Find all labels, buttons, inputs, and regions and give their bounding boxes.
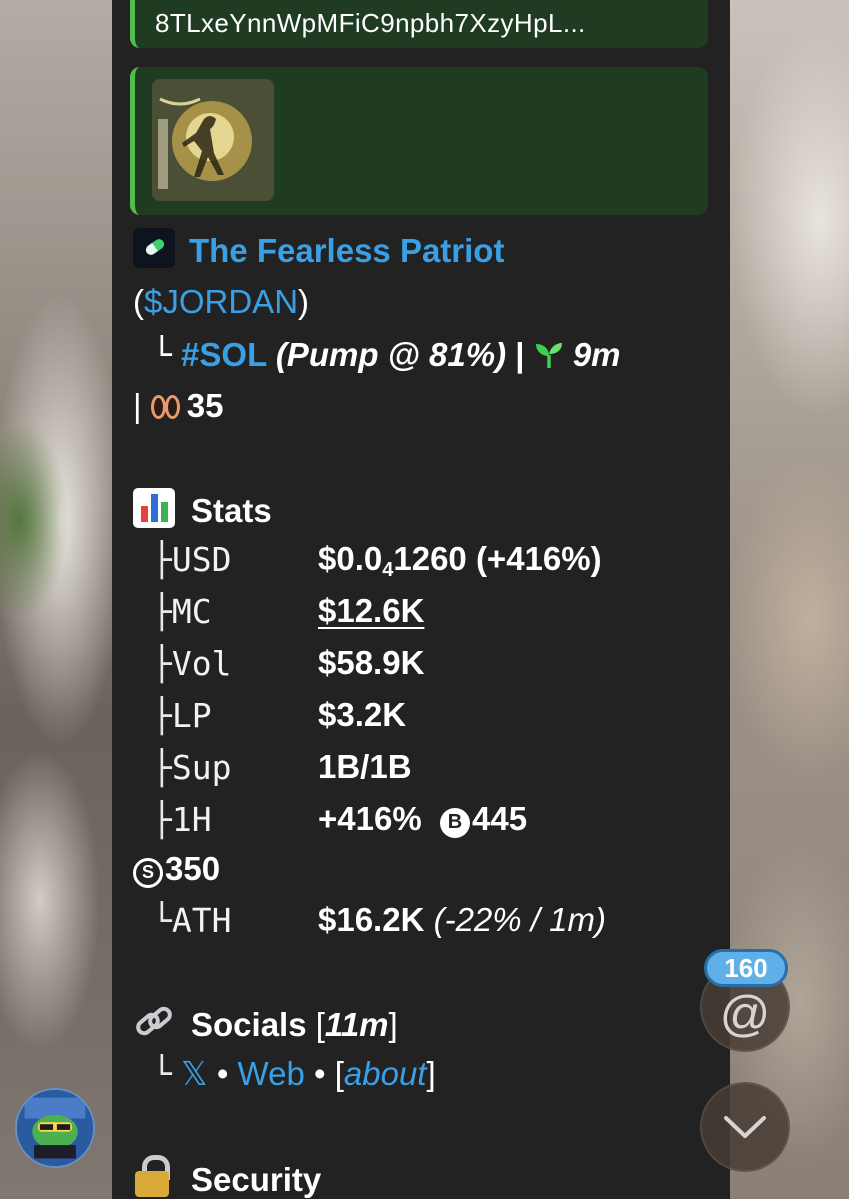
socials-heading: Socials [11m] xyxy=(133,1002,398,1044)
token-age: 9m xyxy=(572,336,621,373)
stat-value: 1B/1B xyxy=(318,748,412,785)
stat-key: ATH xyxy=(171,901,232,940)
at-icon: @ xyxy=(719,986,771,1042)
one-hour-change: +416% xyxy=(318,800,422,837)
separator: | xyxy=(515,336,525,373)
sells-icon: S xyxy=(133,857,163,888)
usd-price-rest: 1260 (+416%) xyxy=(393,540,602,577)
stat-tree: ├ xyxy=(152,696,172,735)
pump-percent: 81% xyxy=(429,336,496,373)
socials-title: Socials xyxy=(191,1006,307,1043)
sender-avatar[interactable] xyxy=(15,1088,95,1168)
token-ticker-line: ($JORDAN) xyxy=(133,283,309,321)
stat-value: +416% B 445 xyxy=(318,800,527,838)
stat-row-vol: ├Vol $58.9K xyxy=(152,644,424,683)
stat-tree: ├ xyxy=(152,592,172,631)
bar-chart-icon xyxy=(133,488,175,528)
socials-age-close: ] xyxy=(388,1006,398,1043)
dot-separator: • xyxy=(216,1055,229,1092)
stat-value: $16.2K (-22% / 1m) xyxy=(318,901,606,939)
stat-key: USD xyxy=(171,540,232,579)
token-title-line: The Fearless Patriot xyxy=(133,228,504,270)
media-preview[interactable] xyxy=(130,67,708,215)
tree-branch: └ xyxy=(152,1054,172,1093)
socials-age-open: [ xyxy=(315,1006,325,1043)
stat-tree: ├ xyxy=(152,540,172,579)
dot-separator: • xyxy=(313,1055,326,1092)
security-heading: Security xyxy=(133,1155,321,1199)
chevron-down-icon xyxy=(724,1116,766,1138)
stat-row-usd: ├USD $0.041260 (+416%) xyxy=(152,540,602,581)
seedling-icon xyxy=(534,336,573,373)
holders-line: | 35 xyxy=(133,387,223,425)
separator-2: | xyxy=(133,387,142,424)
sells-count: 350 xyxy=(165,850,221,887)
stat-key: Sup xyxy=(171,748,232,787)
sells-line: S 350 xyxy=(133,850,220,888)
usd-price-zeros: 4 xyxy=(382,559,394,581)
ticker-close: ) xyxy=(298,283,310,320)
stat-key: LP xyxy=(171,696,212,735)
buys-icon: B xyxy=(440,807,471,838)
stat-tree: └ xyxy=(152,901,172,940)
background-left xyxy=(0,0,112,1199)
stat-row-1h: ├1H +416% B 445 xyxy=(152,800,527,839)
socials-age: 11m xyxy=(324,1006,389,1043)
pill-icon xyxy=(133,228,175,268)
stat-row-mc: ├MC $12.6K xyxy=(152,592,424,631)
lock-icon xyxy=(133,1155,173,1197)
token-meta-line: └ #SOL (Pump @ 81%) | 9m xyxy=(152,335,621,374)
ticker-link[interactable]: $JORDAN xyxy=(144,283,298,320)
security-title: Security xyxy=(191,1161,322,1198)
stat-row-ath: └ATH $16.2K (-22% / 1m) xyxy=(152,901,606,940)
about-open: [ xyxy=(334,1055,344,1092)
stat-key: 1H xyxy=(171,800,212,839)
pump-prefix: (Pump @ xyxy=(275,336,429,373)
stat-key: Vol xyxy=(171,644,232,683)
stats-heading: Stats xyxy=(133,488,272,530)
socials-links-line: └ 𝕏 • Web • [about] xyxy=(152,1054,436,1093)
stat-tree: ├ xyxy=(152,644,172,683)
x-link[interactable]: 𝕏 xyxy=(181,1054,208,1093)
about-close: ] xyxy=(426,1055,436,1092)
token-name-link[interactable]: The Fearless Patriot xyxy=(189,232,504,269)
stat-row-lp: ├LP $3.2K xyxy=(152,696,406,735)
stat-value: $3.2K xyxy=(318,696,407,733)
pump-suffix: ) xyxy=(495,336,507,373)
link-icon xyxy=(133,1002,175,1042)
usd-price-main: $0.0 xyxy=(318,540,383,577)
tree-branch: └ xyxy=(152,335,172,374)
market-cap-link[interactable]: $12.6K xyxy=(318,592,424,630)
eyes-icon xyxy=(150,393,181,421)
buys-count: 445 xyxy=(472,800,528,837)
stat-value: $0.041260 (+416%) xyxy=(318,540,602,582)
reply-quote[interactable]: 8TLxeYnnWpMFiC9npbh7XzyHpL... xyxy=(130,0,708,48)
holders-count: 35 xyxy=(186,387,224,424)
stat-row-sup: ├Sup 1B/1B xyxy=(152,748,412,787)
chain-tag-link[interactable]: #SOL xyxy=(181,336,267,373)
stat-value: $58.9K xyxy=(318,644,425,681)
stat-key: MC xyxy=(171,592,212,631)
ath-change: (-22% / 1m) xyxy=(433,901,606,938)
stats-title: Stats xyxy=(191,492,272,529)
ticker-open: ( xyxy=(133,283,144,320)
stat-tree: ├ xyxy=(152,748,172,787)
about-link[interactable]: about xyxy=(344,1055,427,1092)
web-link[interactable]: Web xyxy=(238,1055,305,1092)
token-image[interactable] xyxy=(152,79,274,201)
scroll-down-button[interactable] xyxy=(700,1082,790,1172)
ath-value: $16.2K xyxy=(318,901,425,938)
mention-count-badge: 160 xyxy=(704,949,788,987)
stat-tree: ├ xyxy=(152,800,172,839)
reply-address: 8TLxeYnnWpMFiC9npbh7XzyHpL... xyxy=(155,8,586,38)
